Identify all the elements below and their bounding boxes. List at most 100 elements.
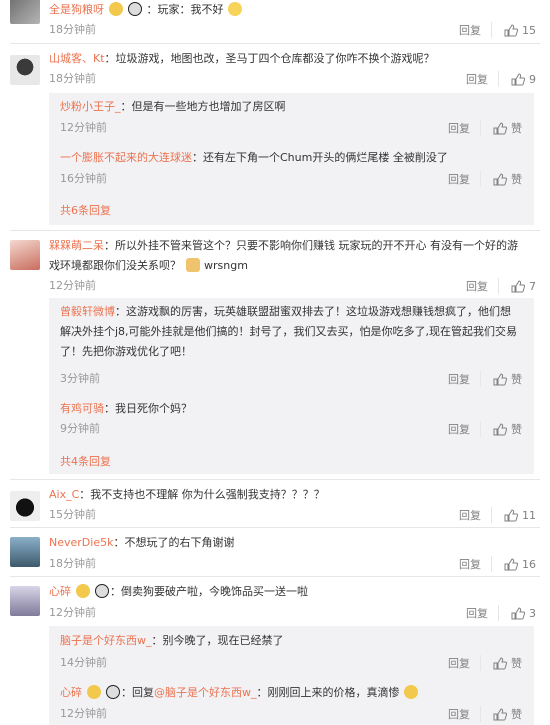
thumb-up-icon [511, 606, 525, 619]
comment-text: ：所以外挂不管来管这个？只要不影响你们赚钱 玩家玩的开不开心 有没有一个好的游 [104, 239, 518, 252]
reply-button[interactable]: 回复 [448, 371, 481, 387]
comment-time: 12分钟前 [49, 606, 96, 619]
like-button[interactable]: 赞 [481, 171, 522, 187]
avatar[interactable] [10, 0, 40, 24]
comment-text: ：玩家：我不好 [146, 3, 224, 16]
mention-link[interactable]: @脑子是个好东西w_ [154, 686, 257, 699]
reply-author[interactable]: 炒粉小王子_ [60, 100, 121, 113]
reply-time: 12分钟前 [60, 121, 107, 134]
comment-text: wrsngm [204, 259, 248, 272]
avatar[interactable] [10, 537, 40, 567]
like-count: 16 [522, 557, 536, 571]
comment-actions: 回复 9 [466, 71, 536, 87]
avatar[interactable] [10, 240, 40, 270]
view-more-replies-link[interactable]: 共6条回复 [60, 202, 111, 218]
reply-button[interactable]: 回复 [448, 171, 481, 187]
like-label: 赞 [511, 657, 522, 670]
comment-time: 18分钟前 [49, 72, 96, 85]
like-count: 15 [522, 23, 536, 37]
divider [10, 527, 540, 528]
reply-line: 心碎 ：回复@脑子是个好东西w_：刚刚回上来的价格，真滴惨 [60, 685, 419, 701]
comment-author[interactable]: 全是狗粮呀 [49, 3, 104, 16]
reply-author[interactable]: 心碎 [60, 686, 82, 699]
praying-hands-icon [185, 258, 200, 272]
comment-actions: 回复 7 [466, 278, 536, 294]
reply-time: 3分钟前 [60, 372, 100, 385]
like-label: 赞 [511, 122, 522, 135]
thumb-up-icon [511, 279, 525, 292]
reply-author[interactable]: 一个膨胀不起来的大连球迷 [60, 151, 192, 164]
like-label: 赞 [511, 423, 522, 436]
reply-button[interactable]: 回复 [448, 706, 481, 722]
reply-button[interactable]: 回复 [459, 507, 492, 523]
reply-text: ：我日死你个妈？ [104, 402, 192, 415]
thumb-up-icon [511, 72, 525, 85]
reply-author[interactable]: 曾毅轩微博 [60, 305, 115, 318]
emoji-icon [108, 2, 123, 16]
like-button[interactable]: 16 [492, 558, 536, 571]
divider [10, 43, 540, 44]
comment-author[interactable]: Aix_C [49, 488, 79, 501]
reply-button[interactable]: 回复 [466, 71, 499, 87]
comment-actions: 回复 16 [459, 556, 536, 572]
panda-icon [128, 2, 142, 16]
reply-text: ：回复 [121, 686, 154, 699]
comment-text: ：垃圾游戏，地图也改，圣马丁四个仓库都没了你咋不换个游戏呢？ [104, 52, 435, 65]
reply-box: 曾毅轩微博：这游戏飘的厉害，玩英雄联盟甜蜜双排去了！这垃圾游戏想赚钱想疯了，他们… [49, 298, 534, 474]
comment-time: 18分钟前 [49, 23, 96, 36]
thumb-up-icon [493, 372, 507, 385]
like-count: 11 [522, 508, 536, 522]
thumb-up-icon [493, 172, 507, 185]
reply-button[interactable]: 回复 [466, 278, 499, 294]
view-more-replies-link[interactable]: 共4条回复 [60, 453, 111, 469]
reply-author[interactable]: 脑子是个好东西w_ [60, 634, 152, 647]
thumb-up-icon [504, 508, 518, 521]
comment-author[interactable]: NeverDie5k [49, 536, 113, 549]
reply-text: ：这游戏飘的厉害，玩英雄联盟甜蜜双排去了！这垃圾游戏想赚钱想疯了，他们想 [115, 305, 511, 318]
comment-text: ：我不支持也不理解 你为什么强制我支持？？？？ [79, 488, 325, 501]
like-button[interactable]: 11 [492, 509, 536, 522]
reply-button[interactable]: 回复 [448, 655, 481, 671]
like-button[interactable]: 赞 [481, 421, 522, 437]
like-button[interactable]: 赞 [481, 371, 522, 387]
comment-author[interactable]: 山城客、Kt [49, 52, 105, 65]
comment-author[interactable]: 心碎 [49, 585, 71, 598]
reply-box: 脑子是个好东西w_：别今晚了，现在已经禁了 14分钟前 回复 赞 心碎 ：回复@… [49, 626, 534, 725]
reply-line: 曾毅轩微博：这游戏飘的厉害，玩英雄联盟甜蜜双排去了！这垃圾游戏想赚钱想疯了，他们… [60, 304, 511, 320]
avatar[interactable] [10, 491, 40, 521]
like-button[interactable]: 3 [499, 607, 536, 620]
reply-time: 12分钟前 [60, 707, 107, 720]
like-button[interactable]: 15 [492, 24, 536, 37]
divider [10, 576, 540, 577]
emoji-icon [75, 584, 90, 598]
like-button[interactable]: 7 [499, 280, 536, 293]
avatar[interactable] [10, 586, 40, 616]
like-button[interactable]: 9 [499, 73, 536, 86]
avatar[interactable] [10, 55, 40, 85]
reply-text: ：但是有一些地方也增加了房区啊 [120, 100, 286, 113]
reply-button[interactable]: 回复 [448, 421, 481, 437]
reply-button[interactable]: 回复 [459, 556, 492, 572]
comment-time: 18分钟前 [49, 557, 96, 570]
panda-icon [95, 584, 109, 598]
reply-line: 一个膨胀不起来的大连球迷：还有左下角一个Chum开头的俩烂尾楼 全被削没了 [60, 150, 448, 166]
comment-actions: 回复 11 [459, 507, 536, 523]
reply-button[interactable]: 回复 [448, 120, 481, 136]
like-label: 赞 [511, 173, 522, 186]
like-button[interactable]: 赞 [481, 655, 522, 671]
like-button[interactable]: 赞 [481, 120, 522, 136]
reply-button[interactable]: 回复 [466, 605, 499, 621]
like-button[interactable]: 赞 [481, 706, 522, 722]
reply-text: ：还有左下角一个Chum开头的俩烂尾楼 全被削没了 [192, 151, 448, 164]
thumb-up-icon [504, 23, 518, 36]
like-count: 9 [529, 72, 536, 86]
emoji-icon [86, 685, 101, 699]
reply-text: ：别今晚了，现在已经禁了 [151, 634, 284, 647]
reply-author[interactable]: 有鸡可骑 [60, 402, 104, 415]
comment-text: ：倒卖狗要破产啦，今晚饰品买一送一啦 [110, 585, 308, 598]
thumb-up-icon [493, 422, 507, 435]
reply-button[interactable]: 回复 [459, 22, 492, 38]
comment-author[interactable]: 槑槑萌二呆 [49, 239, 104, 252]
reply-text: ：刚刚回上来的价格，真滴惨 [256, 686, 400, 699]
like-label: 赞 [511, 373, 522, 386]
